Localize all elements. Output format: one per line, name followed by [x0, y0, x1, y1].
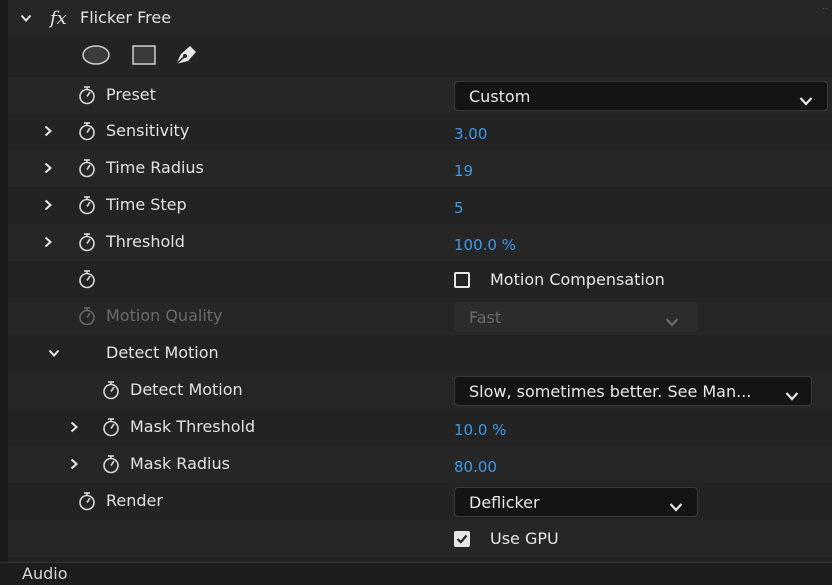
use-gpu-checkbox[interactable] [454, 531, 470, 547]
stopwatch-icon[interactable] [78, 232, 96, 252]
property-row-preset: Preset Custom [8, 77, 832, 114]
motion-quality-dropdown: Fast [454, 302, 698, 332]
panel-left-edge [0, 0, 8, 584]
detect-motion-dropdown[interactable]: Slow, sometimes better. See Man... [454, 376, 812, 406]
chevron-down-icon [799, 91, 813, 106]
time-radius-label: Time Radius [106, 158, 204, 177]
chevron-right-icon[interactable] [42, 199, 54, 211]
stopwatch-icon[interactable] [78, 85, 96, 105]
property-row-motion-quality: Motion Quality Fast [8, 298, 832, 335]
sensitivity-value[interactable]: 3.00 [454, 125, 487, 143]
time-step-label: Time Step [106, 195, 187, 214]
render-dropdown[interactable]: Deflicker [454, 487, 698, 517]
stopwatch-icon[interactable] [78, 158, 96, 178]
motion-quality-label: Motion Quality [106, 306, 223, 325]
group-row-detect-motion[interactable]: Detect Motion [8, 335, 832, 372]
chevron-down-icon [665, 312, 679, 327]
motion-quality-value: Fast [469, 308, 502, 327]
rectangle-mask-icon[interactable] [132, 45, 156, 65]
property-row-render: Render Deflicker [8, 483, 832, 520]
property-row-sensitivity: Sensitivity 3.00 [8, 113, 832, 150]
sensitivity-label: Sensitivity [106, 121, 190, 140]
property-row-use-gpu: Use GPU [8, 520, 832, 557]
chevron-right-icon[interactable] [42, 236, 54, 248]
stopwatch-icon[interactable] [78, 269, 96, 289]
chevron-down-icon [785, 386, 799, 401]
detect-motion-group-label: Detect Motion [106, 343, 219, 362]
fx-badge[interactable]: fx [50, 8, 67, 29]
property-row-motion-compensation: Motion Compensation [8, 261, 832, 298]
stopwatch-icon[interactable] [78, 195, 96, 215]
preset-dropdown[interactable]: Custom [454, 81, 828, 111]
mask-threshold-label: Mask Threshold [130, 417, 256, 436]
chevron-right-icon[interactable] [42, 125, 54, 137]
stopwatch-icon[interactable] [78, 491, 96, 511]
property-row-mask-threshold: Mask Threshold 10.0 % [8, 409, 832, 446]
property-row-detect-motion: Detect Motion Slow, sometimes better. Se… [8, 372, 832, 409]
stopwatch-icon[interactable] [102, 454, 120, 474]
detect-motion-label: Detect Motion [130, 380, 243, 399]
property-row-time-step: Time Step 5 [8, 187, 832, 224]
use-gpu-label[interactable]: Use GPU [490, 529, 559, 548]
motion-compensation-label[interactable]: Motion Compensation [490, 270, 665, 289]
stopwatch-icon[interactable] [102, 380, 120, 400]
render-value: Deflicker [469, 493, 540, 512]
chevron-down-icon[interactable] [48, 347, 60, 359]
effect-controls-panel: fx Flicker Free ·· Preset Custom Sensiti… [8, 0, 832, 584]
mask-tools-row [8, 36, 832, 73]
property-row-time-radius: Time Radius 19 [8, 150, 832, 187]
ellipse-mask-icon[interactable] [82, 45, 110, 65]
render-label: Render [106, 491, 163, 510]
chevron-down-icon [669, 497, 683, 512]
motion-compensation-checkbox[interactable] [454, 272, 470, 288]
property-row-threshold: Threshold 100.0 % [8, 224, 832, 261]
chevron-down-icon[interactable] [20, 12, 32, 24]
chevron-right-icon[interactable] [68, 421, 80, 433]
effect-header[interactable]: fx Flicker Free ·· [8, 0, 832, 36]
effect-title: Flicker Free [80, 8, 172, 27]
time-radius-value[interactable]: 19 [454, 162, 473, 180]
stopwatch-icon[interactable] [78, 121, 96, 141]
threshold-value[interactable]: 100.0 % [454, 236, 516, 254]
mask-radius-value[interactable]: 80.00 [454, 458, 497, 476]
detect-motion-value: Slow, sometimes better. See Man... [469, 382, 752, 401]
audio-section-label: Audio [22, 564, 68, 583]
property-row-mask-radius: Mask Radius 80.00 [8, 446, 832, 483]
stopwatch-icon[interactable] [102, 417, 120, 437]
threshold-label: Threshold [106, 232, 185, 251]
stopwatch-icon [78, 306, 96, 326]
preset-label: Preset [106, 85, 156, 104]
chevron-right-icon[interactable] [42, 162, 54, 174]
audio-section-header[interactable]: Audio [0, 562, 832, 585]
chevron-right-icon[interactable] [68, 458, 80, 470]
mask-threshold-value[interactable]: 10.0 % [454, 421, 506, 439]
pen-mask-icon[interactable] [172, 42, 200, 68]
time-step-value[interactable]: 5 [454, 199, 464, 217]
preset-value: Custom [469, 87, 531, 106]
more-dots-icon[interactable]: ·· [822, 4, 828, 15]
mask-radius-label: Mask Radius [130, 454, 230, 473]
